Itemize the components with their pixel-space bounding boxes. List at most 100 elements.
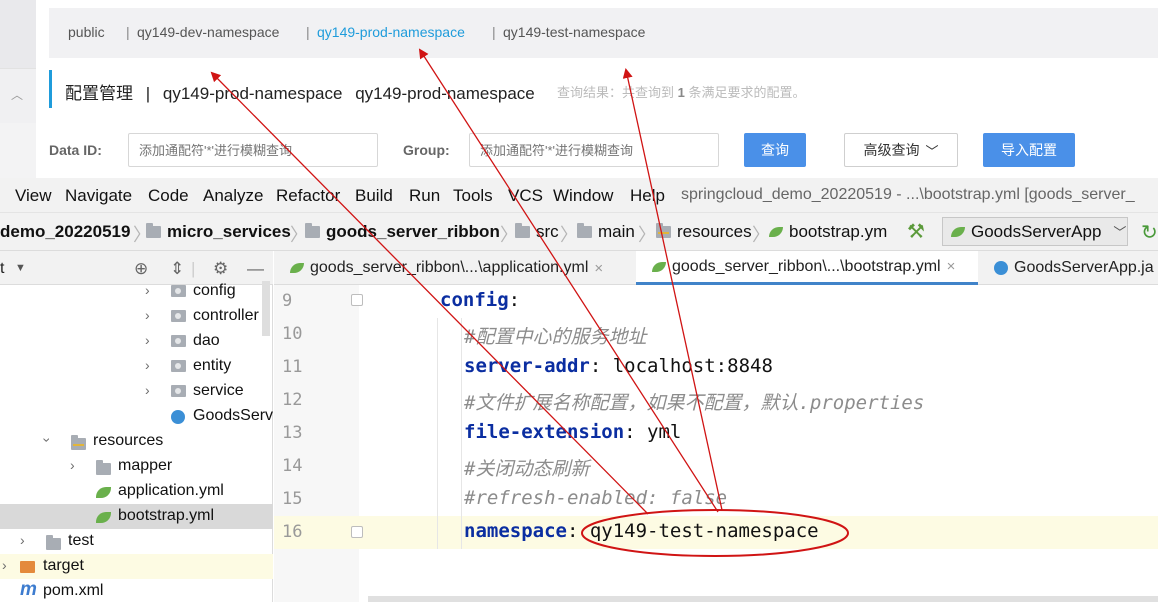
breadcrumb-goods-server-ribbon[interactable]: goods_server_ribbon [305, 222, 500, 242]
tree-item-controller[interactable]: › controller [0, 304, 273, 329]
tab-goods-server-app[interactable]: GoodsServerApp.ja [980, 251, 1158, 285]
menu-vcs[interactable]: VCS [508, 186, 543, 206]
breadcrumb-label: resources [677, 222, 752, 241]
rerun-icon[interactable]: ↻ [1141, 220, 1158, 245]
code-line-12: #文件扩展名称配置，如果不配置，默认.properties [464, 388, 924, 415]
tree-item-entity[interactable]: › entity [0, 354, 273, 379]
namespace-test[interactable]: qy149-test-namespace [503, 24, 645, 40]
chevron-right-icon[interactable]: › [145, 357, 150, 373]
chevron-down-icon[interactable]: › [39, 438, 55, 443]
run-configuration-select[interactable]: GoodsServerApp ﹀ [942, 217, 1128, 246]
folder-icon [96, 460, 111, 475]
chevron-right-icon[interactable]: › [145, 282, 150, 298]
editor-horizontal-scrollbar[interactable] [368, 596, 1158, 602]
title-accent-bar [49, 70, 52, 108]
menu-navigate[interactable]: Navigate [65, 186, 132, 206]
tree-item-dao[interactable]: › dao [0, 329, 273, 354]
tree-item-config[interactable]: › config [0, 279, 273, 304]
yaml-comment: #refresh-enabled: false [464, 487, 728, 509]
package-folder-icon [171, 310, 186, 322]
breadcrumb-file[interactable]: bootstrap.ym [769, 222, 887, 242]
dropdown-arrow-icon[interactable]: ▼ [15, 262, 26, 274]
yaml-key: config [440, 289, 509, 311]
namespace-separator: | [492, 24, 496, 40]
locate-icon[interactable]: ⊕ [134, 259, 148, 279]
screenshot-root: ︿ public | qy149-dev-namespace | qy149-p… [0, 0, 1158, 602]
menu-build[interactable]: Build [355, 186, 393, 206]
tab-bootstrap-yml[interactable]: goods_server_ribbon\...\bootstrap.yml × [636, 251, 978, 285]
menu-run[interactable]: Run [409, 186, 440, 206]
chevron-right-icon[interactable]: › [145, 332, 150, 348]
tree-item-target[interactable]: › target [0, 554, 273, 579]
menu-view[interactable]: View [15, 186, 52, 206]
namespace-dev[interactable]: qy149-dev-namespace [137, 24, 279, 40]
window-title: springcloud_demo_20220519 - ...\bootstra… [681, 186, 1135, 203]
tree-item-bootstrap-yml[interactable]: bootstrap.yml [0, 504, 273, 529]
menu-analyze[interactable]: Analyze [203, 186, 263, 206]
minimize-icon[interactable]: — [247, 259, 264, 279]
tree-item-test[interactable]: › test [0, 529, 273, 554]
menu-help[interactable]: Help [630, 186, 665, 206]
title-namespace-id: qy149-prod-namespace [355, 84, 535, 103]
breadcrumb-main[interactable]: main [577, 222, 635, 242]
fold-marker-icon[interactable] [351, 294, 363, 306]
result-count: 1 [677, 85, 685, 100]
close-icon[interactable]: × [594, 260, 603, 277]
tab-label: goods_server_ribbon\...\application.yml [310, 259, 589, 276]
chevron-down-icon: ﹀ [925, 143, 939, 159]
yml-file-icon [769, 227, 783, 237]
advanced-query-button[interactable]: 高级查询 ﹀ [844, 133, 958, 167]
import-config-button[interactable]: 导入配置 [983, 133, 1075, 167]
menu-code[interactable]: Code [148, 186, 189, 206]
menu-window[interactable]: Window [553, 186, 613, 206]
tree-item-application-yml[interactable]: application.yml [0, 479, 273, 504]
breadcrumb-resources[interactable]: resources [656, 222, 752, 242]
yaml-value: localhost:8848 [612, 355, 773, 377]
code-line-13: file-extension: yml [464, 421, 682, 443]
query-button[interactable]: 查询 [744, 133, 806, 167]
chevron-up-icon[interactable]: ︿ [11, 86, 23, 103]
menu-refactor[interactable]: Refactor [276, 186, 340, 206]
breadcrumb-label: bootstrap.ym [789, 222, 888, 241]
tab-application-yml[interactable]: goods_server_ribbon\...\application.yml … [274, 251, 634, 285]
group-input[interactable] [469, 133, 719, 167]
yml-file-icon [290, 263, 304, 273]
chevron-right-icon[interactable]: › [145, 307, 150, 323]
breadcrumb-project[interactable]: demo_20220519 [0, 222, 130, 242]
collapse-all-icon[interactable]: ⇕ [170, 259, 184, 279]
chevron-right-icon[interactable]: › [145, 382, 150, 398]
line-number: 11 [282, 357, 303, 377]
yaml-key: namespace [464, 520, 567, 542]
line-number: 15 [282, 489, 303, 509]
breadcrumb-src[interactable]: src [515, 222, 559, 242]
run-config-label: GoodsServerApp [971, 221, 1102, 241]
build-hammer-icon[interactable]: ⚒ [907, 219, 925, 244]
tree-item-pom-xml[interactable]: m pom.xml [0, 579, 273, 602]
line-number: 12 [282, 390, 303, 410]
line-number: 9 [282, 291, 293, 311]
menu-tools[interactable]: Tools [453, 186, 493, 206]
tree-item-service[interactable]: › service [0, 379, 273, 404]
chevron-right-icon[interactable]: › [20, 532, 25, 548]
dataid-input[interactable] [128, 133, 378, 167]
close-icon[interactable]: × [947, 258, 956, 275]
tree-item-mapper[interactable]: › mapper [0, 454, 273, 479]
breadcrumb-label: main [598, 222, 635, 241]
code-line-16: namespace: qy149-test-namespace [464, 520, 819, 542]
tree-item-label: test [68, 532, 94, 549]
chevron-right-icon[interactable]: › [2, 557, 7, 573]
tree-item-label: controller [193, 307, 259, 324]
tree-item-goods-server-app[interactable]: GoodsServ [0, 404, 273, 429]
chevron-down-icon: ﹀ [1113, 225, 1127, 240]
tree-item-resources[interactable]: › resources [0, 429, 273, 454]
breadcrumb-micro-services[interactable]: micro_services [146, 222, 291, 242]
folder-icon [146, 223, 161, 238]
gear-icon[interactable]: ⚙ [213, 259, 228, 279]
chevron-right-icon[interactable]: › [70, 457, 75, 473]
namespace-prod[interactable]: qy149-prod-namespace [317, 24, 465, 40]
fold-marker-icon[interactable] [351, 526, 363, 538]
tree-item-label: application.yml [118, 482, 224, 499]
namespace-public[interactable]: public [68, 24, 105, 40]
folder-icon [46, 535, 61, 550]
tree-item-label: entity [193, 357, 232, 374]
